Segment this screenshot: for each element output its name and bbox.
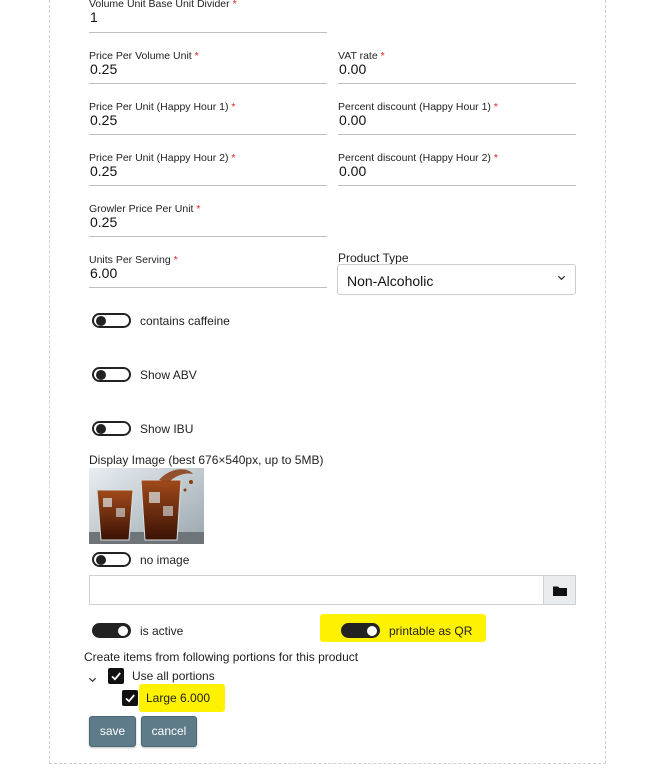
is-active-toggle[interactable] bbox=[92, 623, 131, 638]
display-image-label: Display Image (best 676×540px, up to 5MB… bbox=[89, 453, 324, 467]
units-per-serving-input[interactable]: 6.00 bbox=[90, 265, 117, 281]
cancel-button[interactable]: cancel bbox=[141, 716, 197, 747]
portion-large-label: Large 6.000 bbox=[146, 691, 211, 705]
chevron-down-icon bbox=[557, 273, 566, 285]
browse-file-button[interactable] bbox=[543, 575, 576, 605]
no-image-label: no image bbox=[140, 553, 190, 567]
volume-divider-label: Volume Unit Base Unit Divider * bbox=[89, 0, 237, 10]
save-button[interactable]: save bbox=[89, 716, 136, 747]
no-image-toggle[interactable] bbox=[92, 552, 131, 567]
show-ibu-toggle[interactable] bbox=[92, 421, 131, 436]
price-hh2-underline bbox=[89, 185, 327, 186]
units-per-serving-underline bbox=[89, 287, 327, 288]
price-per-volume-input[interactable]: 0.25 bbox=[90, 61, 117, 77]
vat-rate-input[interactable]: 0.00 bbox=[339, 61, 366, 77]
growler-price-underline bbox=[89, 236, 327, 237]
discount-hh2-underline bbox=[338, 185, 576, 186]
vat-rate-field: VAT rate * 0.00 bbox=[338, 46, 576, 86]
price-hh1-field: Price Per Unit (Happy Hour 1) * 0.25 bbox=[89, 97, 327, 137]
product-image bbox=[89, 468, 204, 544]
vat-rate-underline bbox=[338, 83, 576, 84]
discount-hh1-input[interactable]: 0.00 bbox=[339, 112, 366, 128]
price-hh1-input[interactable]: 0.25 bbox=[90, 112, 117, 128]
product-type-select[interactable]: Non-Alcoholic bbox=[337, 264, 576, 295]
contains-caffeine-label: contains caffeine bbox=[140, 314, 230, 328]
printable-qr-label: printable as QR bbox=[389, 624, 473, 638]
show-abv-toggle[interactable] bbox=[92, 367, 131, 382]
discount-hh2-field: Percent discount (Happy Hour 2) * 0.00 bbox=[338, 148, 576, 188]
volume-divider-underline bbox=[89, 32, 327, 33]
product-type-label: Product Type bbox=[338, 251, 409, 265]
contains-caffeine-toggle[interactable] bbox=[92, 313, 131, 328]
product-type-value: Non-Alcoholic bbox=[347, 273, 434, 289]
units-per-serving-field: Units Per Serving * 6.00 bbox=[89, 250, 327, 290]
price-hh1-underline bbox=[89, 134, 327, 135]
portion-large-checkbox[interactable] bbox=[122, 690, 138, 706]
printable-qr-toggle[interactable] bbox=[341, 623, 380, 638]
volume-divider-field: Volume Unit Base Unit Divider * 1 bbox=[89, 0, 327, 34]
price-hh2-input[interactable]: 0.25 bbox=[90, 163, 117, 179]
is-active-label: is active bbox=[140, 624, 184, 638]
show-abv-label: Show ABV bbox=[140, 368, 197, 382]
volume-divider-input[interactable]: 1 bbox=[90, 9, 98, 25]
discount-hh1-field: Percent discount (Happy Hour 1) * 0.00 bbox=[338, 97, 576, 137]
price-per-volume-underline bbox=[89, 83, 327, 84]
growler-price-field: Growler Price Per Unit * 0.25 bbox=[89, 199, 327, 239]
growler-price-input[interactable]: 0.25 bbox=[90, 214, 117, 230]
show-ibu-label: Show IBU bbox=[140, 422, 194, 436]
discount-hh2-input[interactable]: 0.00 bbox=[339, 163, 366, 179]
image-file-input[interactable] bbox=[89, 575, 544, 605]
use-all-portions-label: Use all portions bbox=[132, 669, 215, 683]
price-hh2-field: Price Per Unit (Happy Hour 2) * 0.25 bbox=[89, 148, 327, 188]
tree-chevron-icon[interactable] bbox=[88, 671, 97, 689]
discount-hh1-underline bbox=[338, 134, 576, 135]
price-per-volume-field: Price Per Volume Unit * 0.25 bbox=[89, 46, 327, 86]
portions-heading: Create items from following portions for… bbox=[84, 650, 359, 664]
folder-icon bbox=[553, 584, 567, 602]
use-all-portions-checkbox[interactable] bbox=[108, 668, 124, 684]
